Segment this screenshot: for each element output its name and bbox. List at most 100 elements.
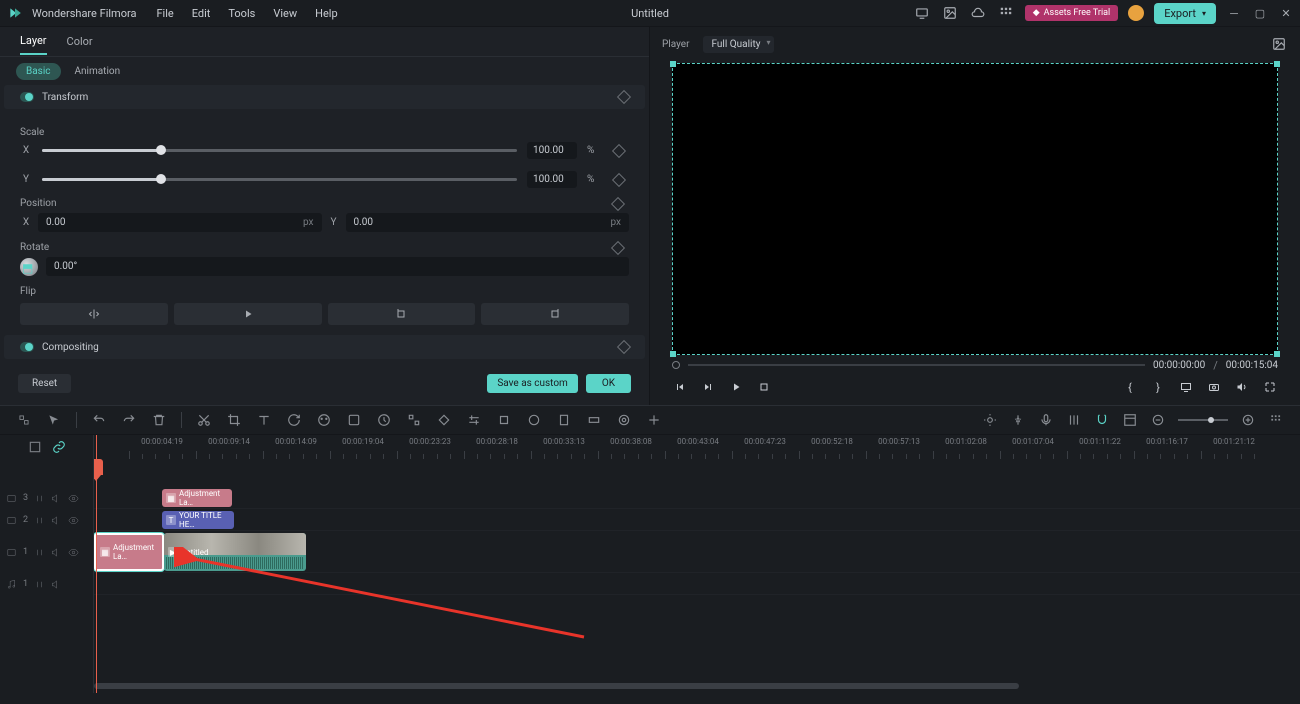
effects-icon[interactable] (346, 412, 362, 428)
pos-y-input[interactable]: 0.00px (346, 213, 630, 232)
menu-help[interactable]: Help (315, 7, 338, 20)
resize-handle[interactable] (670, 351, 676, 357)
snapshot-icon[interactable] (1270, 35, 1288, 53)
cursor-tool-icon[interactable] (46, 412, 62, 428)
preview-canvas[interactable] (672, 63, 1278, 355)
volume-icon[interactable] (1234, 379, 1250, 395)
auto-icon[interactable] (982, 412, 998, 428)
close-button[interactable]: ✕ (1278, 5, 1294, 21)
track-header-v2[interactable]: 2 (0, 509, 93, 531)
scale-x-value[interactable]: 100.00 (527, 142, 577, 159)
camera-icon[interactable] (1206, 379, 1222, 395)
misc-6-icon[interactable] (646, 412, 662, 428)
save-custom-button[interactable]: Save as custom (487, 374, 578, 393)
flip-horizontal-button[interactable] (20, 303, 168, 325)
play-button[interactable] (728, 379, 744, 395)
resize-handle[interactable] (1274, 61, 1280, 67)
playhead[interactable] (96, 435, 97, 693)
layout-icon[interactable] (1122, 412, 1138, 428)
export-button[interactable]: Export▾ (1154, 3, 1216, 24)
bracket-right-icon[interactable]: } (1150, 379, 1166, 395)
track-link-icon[interactable] (51, 439, 67, 455)
menu-file[interactable]: File (156, 7, 173, 20)
resize-handle[interactable] (670, 61, 676, 67)
scale-y-slider[interactable] (42, 178, 517, 181)
keyframe-scale-x[interactable] (612, 143, 626, 157)
menu-tools[interactable]: Tools (228, 7, 255, 20)
keyframe-position[interactable] (611, 196, 625, 210)
flip-rotate-left-button[interactable] (328, 303, 476, 325)
track-add-icon[interactable] (27, 439, 43, 455)
bracket-left-icon[interactable]: { (1122, 379, 1138, 395)
media-icon[interactable] (941, 4, 959, 22)
text-icon[interactable] (256, 412, 272, 428)
horizontal-scrollbar[interactable] (94, 683, 1280, 691)
screen-icon[interactable] (913, 4, 931, 22)
tag-icon[interactable] (436, 412, 452, 428)
zoom-in-icon[interactable] (1240, 412, 1256, 428)
flip-vertical-button[interactable] (174, 303, 322, 325)
quality-dropdown[interactable]: Full Quality (703, 36, 774, 53)
delete-icon[interactable] (151, 412, 167, 428)
link-xy-icon[interactable]: ⬒ (22, 261, 33, 275)
misc-4-icon[interactable] (586, 412, 602, 428)
cloud-icon[interactable] (969, 4, 987, 22)
zoom-slider[interactable] (1178, 419, 1228, 421)
tab-color[interactable]: Color (67, 29, 93, 54)
marker-icon[interactable] (1010, 412, 1026, 428)
seek-slider[interactable] (688, 364, 1145, 366)
track-header-a1[interactable]: 1 (0, 573, 93, 595)
apps-icon[interactable] (997, 4, 1015, 22)
flip-rotate-right-button[interactable] (481, 303, 629, 325)
resize-handle[interactable] (1274, 351, 1280, 357)
ok-button[interactable]: OK (586, 374, 631, 393)
compositing-toggle[interactable] (20, 342, 34, 352)
select-tool-icon[interactable] (16, 412, 32, 428)
subtab-animation[interactable]: Animation (75, 66, 121, 77)
misc-5-icon[interactable] (616, 412, 632, 428)
timeline-ruler[interactable]: 00:00:04:1900:00:09:1400:00:14:0900:00:1… (94, 435, 1300, 459)
assets-trial-button[interactable]: ◆Assets Free Trial (1025, 5, 1118, 21)
rotate-input[interactable]: 0.00° (46, 257, 629, 276)
expand-icon[interactable] (406, 412, 422, 428)
mic-icon[interactable] (1038, 412, 1054, 428)
fullscreen-icon[interactable] (1262, 379, 1278, 395)
clip-adjustment-v1[interactable]: ▦Adjustment La… (94, 533, 164, 571)
refresh-icon[interactable] (286, 412, 302, 428)
misc-3-icon[interactable] (556, 412, 572, 428)
subtab-basic[interactable]: Basic (16, 63, 61, 80)
pos-x-input[interactable]: 0.00px (38, 213, 322, 232)
clip-adjustment-v3[interactable]: ▦Adjustment La… (162, 489, 232, 507)
display-icon[interactable] (1178, 379, 1194, 395)
seek-start-icon[interactable] (672, 361, 680, 369)
undo-icon[interactable] (91, 412, 107, 428)
reset-button[interactable]: Reset (18, 374, 71, 393)
play-forward-button[interactable] (700, 379, 716, 395)
profile-avatar[interactable] (1128, 5, 1144, 21)
crop-icon[interactable] (226, 412, 242, 428)
scale-x-slider[interactable] (42, 149, 517, 152)
minimize-button[interactable]: ─ (1226, 5, 1242, 21)
maximize-button[interactable]: ▢ (1252, 5, 1268, 21)
grid-icon[interactable] (1268, 412, 1284, 428)
track-header-v3[interactable]: 3 (0, 487, 93, 509)
prev-frame-button[interactable] (672, 379, 688, 395)
misc-2-icon[interactable] (526, 412, 542, 428)
menu-view[interactable]: View (273, 7, 297, 20)
timeline-tracks[interactable]: 00:00:04:1900:00:09:1400:00:14:0900:00:1… (94, 435, 1300, 693)
transform-toggle[interactable] (20, 92, 34, 102)
zoom-out-icon[interactable] (1150, 412, 1166, 428)
menu-edit[interactable]: Edit (192, 7, 211, 20)
keyframe-scale-y[interactable] (612, 172, 626, 186)
mixer-icon[interactable] (1066, 412, 1082, 428)
palette-icon[interactable] (316, 412, 332, 428)
clip-video-v1[interactable]: ▶Untitled (164, 533, 306, 571)
keyframe-transform[interactable] (617, 90, 631, 104)
keyframe-compositing[interactable] (617, 340, 631, 354)
tab-layer[interactable]: Layer (20, 28, 47, 55)
stop-button[interactable] (756, 379, 772, 395)
misc-1-icon[interactable] (496, 412, 512, 428)
scale-y-value[interactable]: 100.00 (527, 171, 577, 188)
clip-title-v2[interactable]: TYOUR TITLE HE… (162, 511, 234, 529)
snap-icon[interactable] (1094, 412, 1110, 428)
